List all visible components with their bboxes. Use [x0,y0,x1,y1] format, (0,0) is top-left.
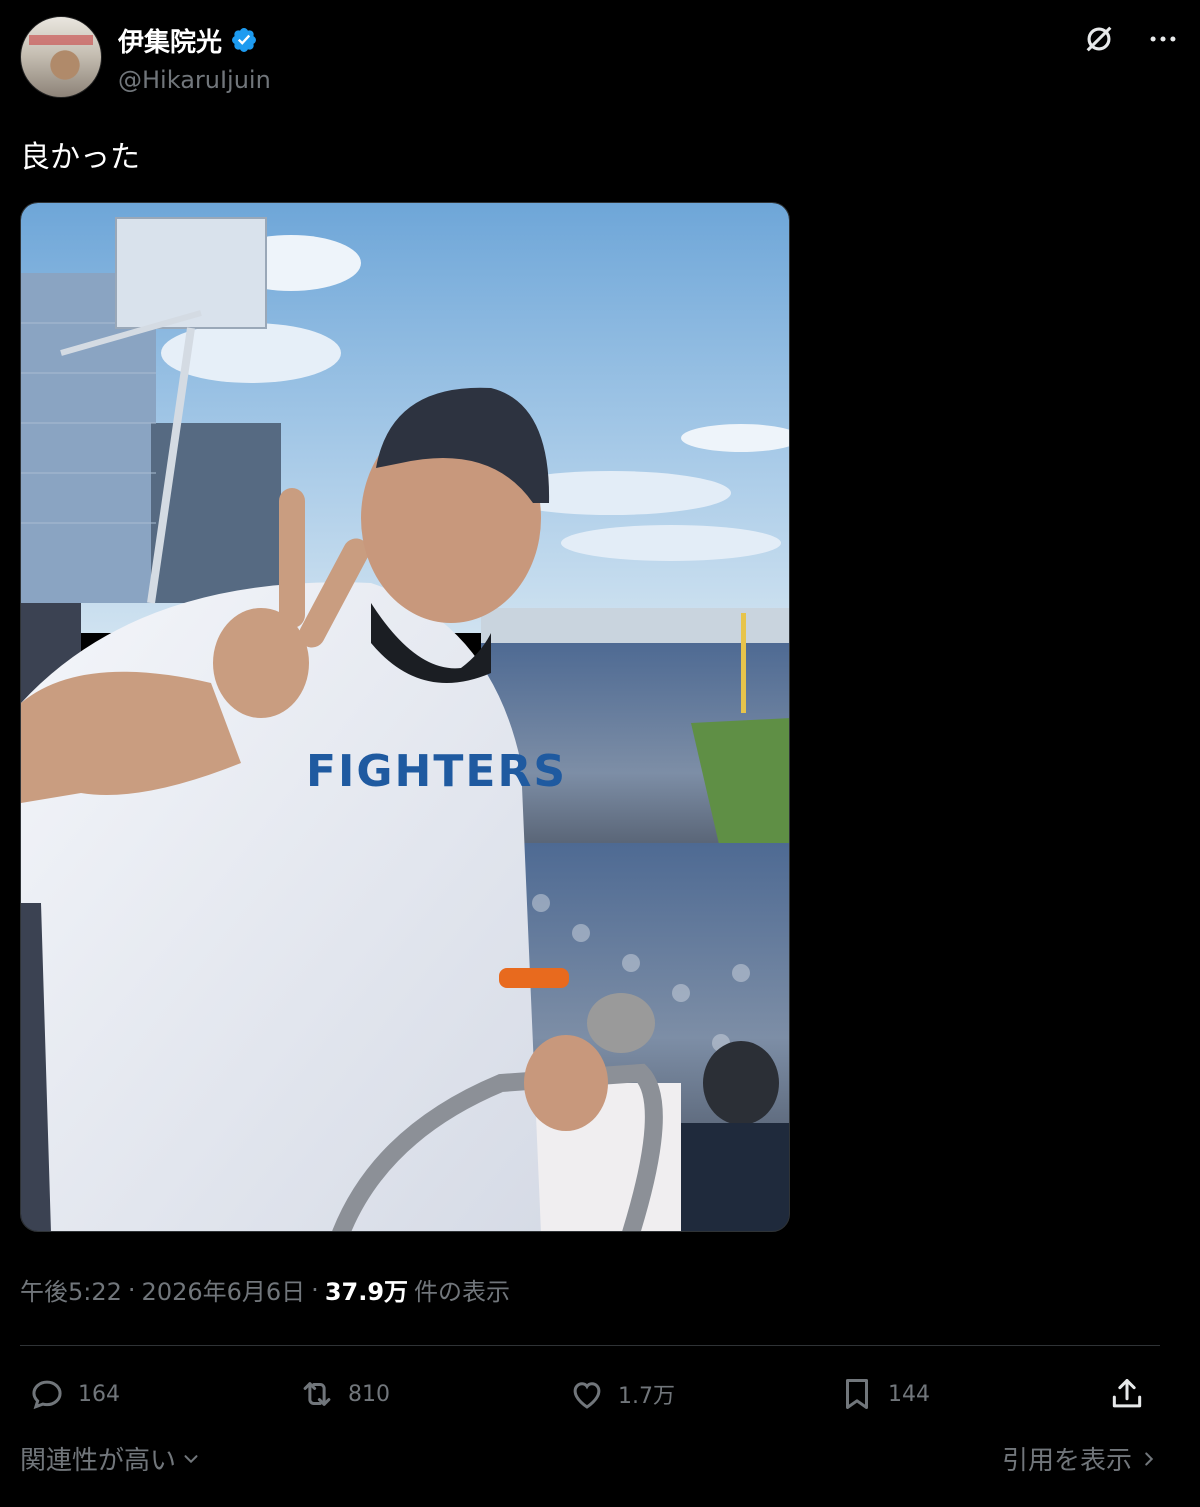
action-bar: 164 810 1.7万 144 [20,1366,1160,1422]
bookmark-button[interactable]: 144 [838,1366,930,1422]
view-count-suffix: 件の表示 [414,1278,511,1306]
chevron-right-icon [1145,1451,1154,1466]
header-actions [1082,22,1180,56]
meta-separator: · [311,1275,319,1304]
avatar[interactable] [20,16,102,98]
view-quotes-link[interactable]: 引用を表示 [1002,1440,1160,1477]
like-count: 1.7万 [618,1384,675,1409]
tweet-time[interactable]: 午後5:22 [20,1272,122,1307]
chevron-down-icon [184,1454,198,1463]
more-icon[interactable] [1146,22,1180,56]
grok-icon[interactable] [1082,22,1116,56]
stadium-photo: FIGHTERS [21,203,789,1231]
view-quotes-label: 引用を表示 [1001,1446,1132,1476]
tweet-text: 良かった [20,140,140,175]
bookmark-icon [845,1379,869,1409]
tweet-photo[interactable]: FIGHTERS [20,202,790,1232]
heart-icon [573,1382,601,1409]
repost-count: 810 [348,1381,390,1407]
name-row: 伊集院光 [118,20,258,60]
jersey-text: FIGHTERS [306,746,567,797]
meta-separator: · [127,1275,136,1304]
display-name[interactable]: 伊集院光 [118,22,222,59]
share-icon [1112,1379,1142,1408]
verified-badge-icon [232,28,256,52]
like-button[interactable]: 1.7万 [568,1366,675,1422]
tweet-meta: 午後5:22 · 2026年6月6日 · 37.9万 件の表示 [20,1272,510,1307]
handle[interactable]: @HikaruIjuin [118,66,271,94]
reply-count: 164 [78,1381,120,1407]
reply-button[interactable]: 164 [28,1366,120,1422]
share-button[interactable] [1108,1366,1146,1422]
divider [20,1345,1160,1346]
reply-icon [32,1380,62,1410]
bookmark-count: 144 [888,1381,930,1407]
tweet-header: 伊集院光 @HikaruIjuin [20,16,1180,102]
reply-sort-dropdown[interactable]: 関連性が高い [20,1440,202,1477]
reply-sort-label: 関連性が高い [20,1446,177,1476]
repost-icon [303,1382,331,1406]
view-count: 37.9万 [324,1278,409,1306]
tweet-date[interactable]: 2026年6月6日 [142,1272,306,1307]
repost-button[interactable]: 810 [298,1366,390,1422]
